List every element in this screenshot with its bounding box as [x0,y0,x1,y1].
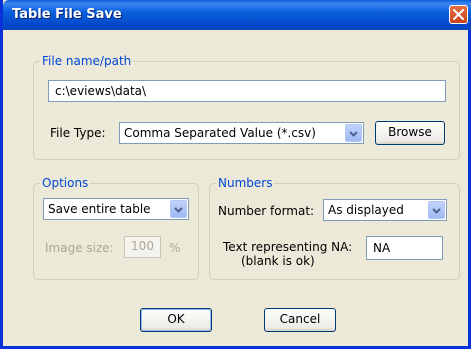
image-size-unit: % [169,241,181,255]
na-label-line2: (blank is ok) [241,254,315,268]
na-label-line1: Text representing NA: [223,240,353,254]
table-file-save-dialog: Table File Save File name/path c:\eviews… [0,0,471,349]
file-type-value: Comma Separated Value (*.csv) [124,126,316,140]
file-path-input[interactable]: c:\eviews\data\ [48,80,446,102]
file-type-label: File Type: [50,126,106,140]
save-mode-dropdown-button[interactable] [170,200,187,218]
numbers-legend: Numbers [218,176,273,190]
chevron-down-icon [174,207,183,213]
number-format-value: As displayed [328,203,404,217]
chevron-down-icon [349,131,358,137]
file-name-path-legend: File name/path [42,54,132,68]
file-type-dropdown-button[interactable] [345,124,362,142]
image-size-input[interactable]: 100 [124,236,161,258]
browse-button[interactable]: Browse [375,121,445,145]
dialog-title: Table File Save [12,7,122,22]
options-legend: Options [42,176,89,190]
save-mode-value: Save entire table [48,202,151,216]
number-format-select[interactable]: As displayed [323,199,447,221]
title-bar[interactable]: Table File Save [3,0,471,30]
close-button[interactable] [449,5,468,24]
save-mode-select[interactable]: Save entire table [43,198,189,220]
options-group: Options [33,176,199,280]
file-type-select[interactable]: Comma Separated Value (*.csv) [119,122,364,144]
ok-button[interactable]: OK [140,308,212,332]
chevron-down-icon [432,208,441,214]
cancel-button[interactable]: Cancel [264,308,336,332]
na-text-input[interactable]: NA [366,236,443,260]
number-format-dropdown-button[interactable] [428,201,445,219]
number-format-label: Number format: [218,204,315,218]
image-size-label: Image size: [45,241,114,255]
close-icon [453,9,464,20]
